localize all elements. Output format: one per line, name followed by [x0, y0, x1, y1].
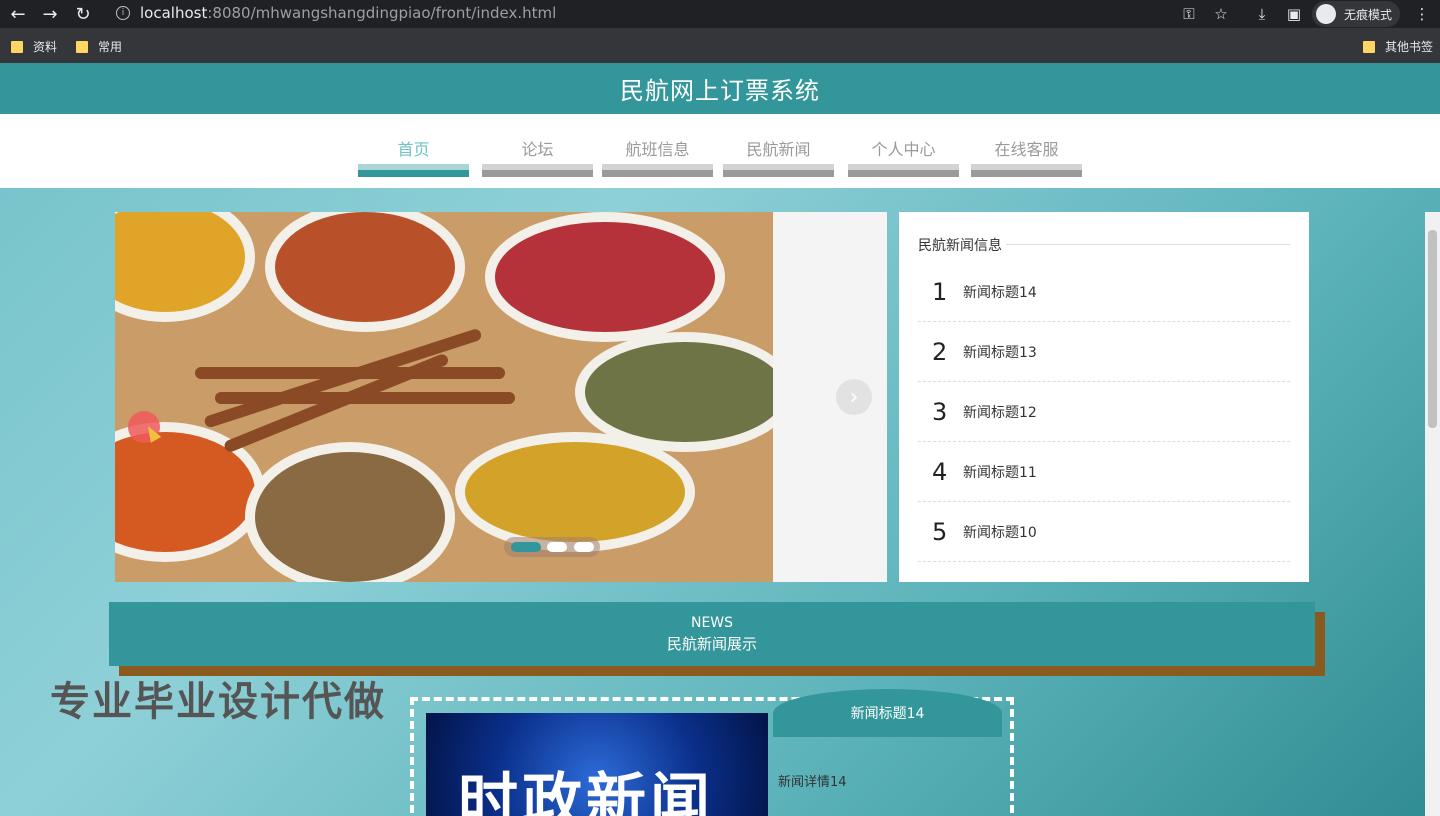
bookmarks-bar: 资料 常用 其他书签: [0, 28, 1440, 63]
address-bar[interactable]: i localhost:8080/mhwangshangdingpiao/fro…: [104, 0, 1239, 26]
news-panel-title: 民航新闻信息: [918, 235, 1006, 255]
news-list-item[interactable]: 1 新闻标题14: [918, 262, 1290, 322]
bookmark-other[interactable]: 其他书签: [1363, 38, 1433, 55]
star-icon[interactable]: ☆: [1210, 3, 1232, 25]
incognito-badge[interactable]: 无痕模式: [1312, 1, 1401, 27]
url-text: localhost:8080/mhwangshangdingpiao/front…: [140, 4, 557, 22]
nav-item-home[interactable]: 首页: [358, 114, 469, 188]
bookmark-changyong[interactable]: 常用: [76, 38, 122, 55]
nav-item-support[interactable]: 在线客服: [971, 114, 1082, 188]
news-section-header: NEWS 民航新闻展示: [109, 602, 1315, 666]
sidepanel-icon[interactable]: ▣: [1283, 3, 1305, 25]
info-icon[interactable]: i: [116, 6, 130, 20]
news-list-item[interactable]: 2 新闻标题13: [918, 322, 1290, 382]
news-card-title[interactable]: 新闻标题14: [773, 689, 1002, 737]
incognito-icon: [1316, 4, 1336, 24]
forward-icon[interactable]: →: [38, 2, 62, 26]
news-list-item[interactable]: 5 新闻标题10: [918, 502, 1290, 562]
news-card-image[interactable]: 时政新闻: [426, 713, 768, 816]
section-title-en: NEWS: [690, 615, 734, 631]
carousel-dot-1[interactable]: [510, 542, 541, 552]
news-card-detail: 新闻详情14: [778, 775, 847, 790]
carousel-dot-2[interactable]: [547, 542, 567, 552]
nav-item-flights[interactable]: 航班信息: [602, 114, 713, 188]
section-title-cn: 民航新闻展示: [666, 635, 757, 653]
folder-icon: [76, 40, 88, 53]
news-card[interactable]: 时政新闻 新闻标题14 新闻详情14: [410, 689, 1014, 816]
page-scrollbar[interactable]: [1425, 212, 1440, 816]
incognito-label: 无痕模式: [1344, 7, 1393, 22]
browser-toolbar: ← → ↻ i localhost:8080/mhwangshangdingpi…: [0, 0, 1440, 28]
main-nav: 首页 论坛 航班信息 民航新闻 个人中心 在线客服: [0, 114, 1440, 188]
scrollbar-thumb[interactable]: [1428, 230, 1437, 428]
news-list-item[interactable]: 3 新闻标题12: [918, 382, 1290, 442]
page-content: 民航网上订票系统 首页 论坛 航班信息 民航新闻 个人中心 在线客服 › 民航新…: [0, 63, 1440, 816]
nav-item-news[interactable]: 民航新闻: [723, 114, 834, 188]
carousel-dot-3[interactable]: [573, 542, 594, 552]
download-icon[interactable]: ⤓: [1251, 3, 1273, 25]
reload-icon[interactable]: ↻: [71, 2, 95, 26]
back-icon[interactable]: ←: [6, 2, 30, 26]
carousel-next-button[interactable]: ›: [836, 379, 872, 415]
site-title: 民航网上订票系统: [620, 77, 820, 105]
nav-item-forum[interactable]: 论坛: [482, 114, 593, 188]
news-list-item[interactable]: 4 新闻标题11: [918, 442, 1290, 502]
carousel-slide-image: [115, 212, 773, 582]
folder-icon: [1363, 40, 1375, 53]
chevron-right-icon: ›: [849, 384, 859, 410]
nav-item-profile[interactable]: 个人中心: [848, 114, 959, 188]
news-list-panel: 民航新闻信息 1 新闻标题14 2 新闻标题13 3 新闻标题12 4 新闻标题11 5…: [899, 212, 1309, 582]
watermark-text: 专业毕业设计代做: [50, 679, 386, 725]
site-header: 民航网上订票系统: [0, 63, 1440, 114]
image-carousel[interactable]: ›: [115, 212, 887, 582]
folder-icon: [11, 40, 23, 53]
bookmark-ziliao[interactable]: 资料: [11, 38, 57, 55]
menu-icon[interactable]: ⋮: [1411, 3, 1433, 25]
carousel-indicators: [504, 537, 600, 557]
key-icon[interactable]: ⚿: [1178, 3, 1200, 25]
